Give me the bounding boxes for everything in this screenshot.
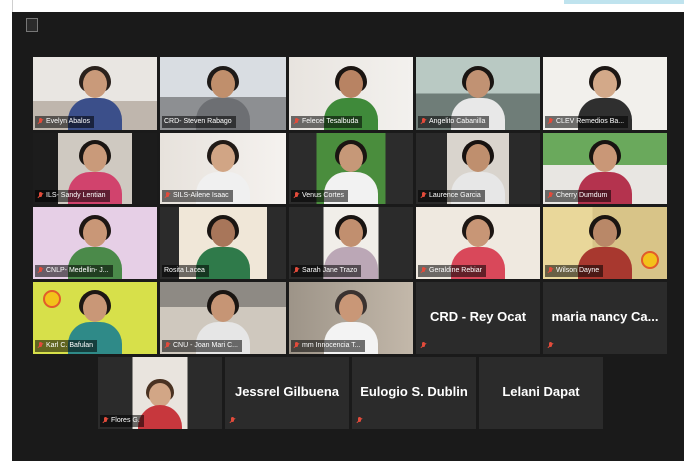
participant-tile[interactable]: ILS- Sandy Lentian: [33, 133, 157, 204]
muted-mic-icon: [356, 417, 363, 425]
participant-name: Wilson Dayne: [556, 267, 600, 274]
reaction-badge-icon: [43, 290, 61, 308]
muted-mic-icon: [420, 118, 427, 126]
participant-tile[interactable]: Rosita Lacea: [160, 207, 286, 279]
participant-name-tag: Sarah Jane Trazo: [291, 265, 362, 277]
muted-mic-icon: [420, 267, 427, 275]
participant-name: Felecel Tesalbuda: [302, 118, 359, 125]
participant-tile-no-video[interactable]: Lelani Dapat: [479, 357, 603, 429]
muted-mic-icon: [547, 118, 554, 126]
muted-mic-icon: [229, 417, 236, 425]
participant-name-tag: ILS- Sandy Lentian: [35, 190, 110, 202]
participant-tile-active-speaker[interactable]: CRD- Steven Rabago: [160, 57, 286, 130]
participant-name-tag: CRD- Steven Rabago: [162, 116, 236, 128]
participant-tile[interactable]: Felecel Tesalbuda: [289, 57, 413, 130]
participant-name: SILS-Ailene Isaac: [173, 192, 229, 199]
muted-mic-icon: [37, 118, 44, 126]
participant-tile[interactable]: Karl C. Bafulan: [33, 282, 157, 354]
participant-tile-no-video[interactable]: maria nancy Ca...: [543, 282, 667, 354]
participant-name-tag: CNLP- Medellin- J...: [35, 265, 113, 277]
reaction-badge-icon: [641, 251, 659, 269]
participant-display-name: Eulogio S. Dublin: [360, 384, 468, 399]
participant-name: Flores G.: [111, 417, 140, 424]
participant-tile[interactable]: SILS-Ailene Isaac: [160, 133, 286, 204]
muted-mic-icon: [37, 342, 44, 350]
participant-name-tag: CNU - Joan Mari C...: [162, 340, 242, 352]
participant-name: Evelyn Abalos: [46, 118, 90, 125]
participant-tile[interactable]: CNU - Joan Mari C...: [160, 282, 286, 354]
page-top-accent: [564, 0, 684, 4]
participant-name: Karl C. Bafulan: [46, 342, 94, 349]
participant-name-tag: Angelito Cabanilla: [418, 116, 490, 128]
muted-mic-icon: [37, 267, 44, 275]
muted-mic-icon: [293, 118, 300, 126]
participant-name-tag: Geraldine Rebiar: [418, 265, 486, 277]
muted-mic-icon: [164, 192, 171, 200]
muted-mic-icon: [420, 342, 427, 350]
participant-name: CNU - Joan Mari C...: [173, 342, 238, 349]
participant-name-tag: Wilson Dayne: [545, 265, 604, 277]
muted-mic-icon: [37, 192, 44, 200]
participant-tile[interactable]: Sarah Jane Trazo: [289, 207, 413, 279]
participant-name: CLEV Remedios Ba...: [556, 118, 625, 125]
participant-tile[interactable]: Angelito Cabanilla: [416, 57, 540, 130]
participant-name-tag: mm Innocencia T...: [291, 340, 365, 352]
muted-mic-icon: [164, 342, 171, 350]
participant-name-tag: Evelyn Abalos: [35, 116, 94, 128]
participant-display-name: Lelani Dapat: [502, 384, 580, 399]
muted-mic-icon: [293, 192, 300, 200]
participant-tile[interactable]: Venus Cortes: [289, 133, 413, 204]
participant-tile[interactable]: Flores G.: [98, 357, 222, 429]
participant-tile-no-video[interactable]: CRD - Rey Ocat: [416, 282, 540, 354]
participant-tile[interactable]: CNLP- Medellin- J...: [33, 207, 157, 279]
participant-display-name: Jessrel Gilbuena: [234, 384, 340, 399]
participant-display-name: maria nancy Ca...: [551, 309, 659, 324]
participant-name: CRD- Steven Rabago: [164, 118, 232, 125]
participant-name-tag: CLEV Remedios Ba...: [545, 116, 629, 128]
participant-name-tag: SILS-Ailene Isaac: [162, 190, 233, 202]
participant-tile[interactable]: CLEV Remedios Ba...: [543, 57, 667, 130]
participant-name: mm Innocencia T...: [302, 342, 361, 349]
participant-name: Rosita Lacea: [164, 267, 205, 274]
participant-tile-no-video[interactable]: Jessrel Gilbuena: [225, 357, 349, 429]
window-icon[interactable]: [26, 18, 38, 32]
participant-display-name: CRD - Rey Ocat: [429, 309, 527, 324]
meeting-gallery-window: Evelyn Abalos CRD- Steven Rabago Felecel…: [12, 12, 684, 461]
participant-name: Venus Cortes: [302, 192, 345, 199]
participant-name: Angelito Cabanilla: [429, 118, 486, 125]
participant-name-tag: Flores G.: [100, 415, 144, 427]
participant-name: CNLP- Medellin- J...: [46, 267, 109, 274]
participant-name: Cherry Dumdum: [556, 192, 608, 199]
participant-tile[interactable]: Cherry Dumdum: [543, 133, 667, 204]
participant-tile[interactable]: Wilson Dayne: [543, 207, 667, 279]
participant-name-tag: Rosita Lacea: [162, 265, 209, 277]
participant-name: ILS- Sandy Lentian: [46, 192, 106, 199]
participant-tile[interactable]: mm Innocencia T...: [289, 282, 413, 354]
muted-mic-icon: [293, 267, 300, 275]
participant-name-tag: Venus Cortes: [291, 190, 349, 202]
participant-name: Laurence Garcia: [429, 192, 481, 199]
participant-tile[interactable]: Evelyn Abalos: [33, 57, 157, 130]
participant-name-tag: Cherry Dumdum: [545, 190, 612, 202]
muted-mic-icon: [547, 267, 554, 275]
muted-mic-icon: [547, 342, 554, 350]
muted-mic-icon: [420, 192, 427, 200]
muted-mic-icon: [547, 192, 554, 200]
participant-name-tag: Felecel Tesalbuda: [291, 116, 363, 128]
participant-name-tag: Laurence Garcia: [418, 190, 485, 202]
participant-tile-no-video[interactable]: Eulogio S. Dublin: [352, 357, 476, 429]
participant-tile[interactable]: Geraldine Rebiar: [416, 207, 540, 279]
participant-name-tag: Karl C. Bafulan: [35, 340, 98, 352]
participant-name: Sarah Jane Trazo: [302, 267, 358, 274]
participant-tile[interactable]: Laurence Garcia: [416, 133, 540, 204]
muted-mic-icon: [293, 342, 300, 350]
participant-name: Geraldine Rebiar: [429, 267, 482, 274]
muted-mic-icon: [102, 417, 109, 425]
